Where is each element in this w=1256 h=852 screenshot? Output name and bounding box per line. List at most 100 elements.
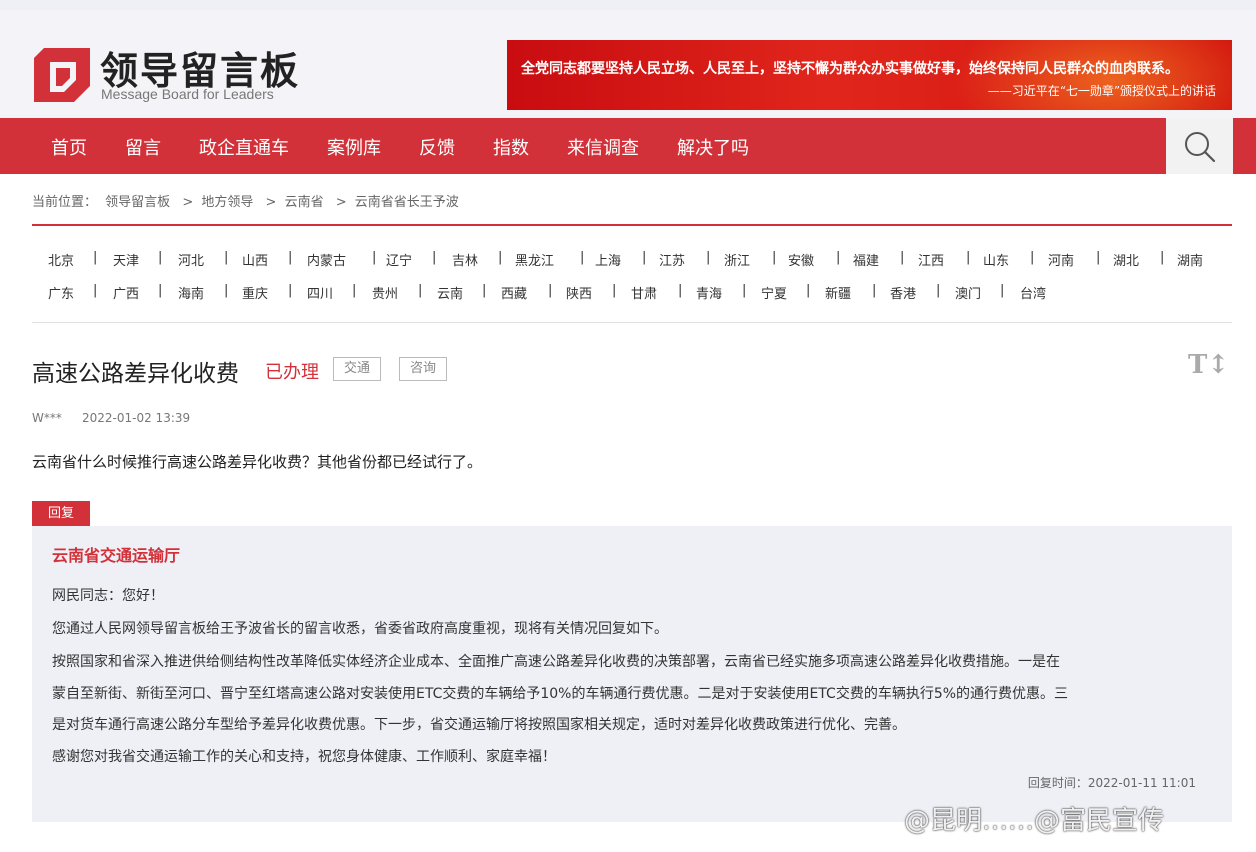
province-link[interactable]: 内蒙古	[307, 250, 346, 269]
province-link[interactable]: 青海	[696, 283, 722, 302]
province-link[interactable]: 吉林	[452, 250, 478, 269]
province-separator: |	[806, 283, 811, 298]
province-link[interactable]: 浙江	[724, 250, 750, 269]
breadcrumb-separator: >	[265, 195, 277, 210]
province-link[interactable]: 湖南	[1177, 250, 1203, 269]
province-separator: |	[548, 283, 553, 298]
province-link[interactable]: 安徽	[788, 250, 814, 269]
province-separator: |	[224, 283, 229, 298]
province-separator: |	[288, 283, 293, 298]
province-link[interactable]: 陕西	[566, 283, 592, 302]
province-link[interactable]: 山东	[983, 250, 1009, 269]
province-link[interactable]: 台湾	[1020, 283, 1046, 302]
breadcrumb-item[interactable]: 地方领导	[201, 195, 253, 210]
breadcrumb-item[interactable]: 云南省	[285, 195, 324, 210]
province-link[interactable]: 香港	[890, 283, 916, 302]
reply-time: 回复时间：2022-01-11 11:01	[1027, 776, 1196, 790]
message-date: 2022-01-02 13:39	[82, 411, 191, 425]
reply-line: 您通过人民网领导留言板给王予波省长的留言收悉，省委省政府高度重视，现将有关情况回…	[52, 621, 668, 637]
province-separator: |	[158, 283, 163, 298]
reply-line: 是对货车通行高速公路分车型给予差异化收费优惠。下一步，省交通运输厅将按照国家相关…	[52, 717, 906, 733]
province-link[interactable]: 云南	[437, 283, 463, 302]
slogan-banner: 全党同志都要坚持人民立场、人民至上，坚持不懈为群众办实事做好事，始终保持同人民群…	[507, 40, 1232, 110]
province-link[interactable]: 河南	[1048, 250, 1074, 269]
province-separator: |	[352, 283, 357, 298]
breadcrumb-prefix: 当前位置：	[32, 195, 98, 210]
province-link[interactable]: 天津	[113, 250, 139, 269]
banner-attribution: ——习近平在“七一勋章”颁授仪式上的讲话	[987, 84, 1216, 98]
province-separator: |	[1096, 250, 1101, 265]
province-link[interactable]: 上海	[595, 250, 621, 269]
province-link[interactable]: 北京	[48, 250, 74, 269]
province-link[interactable]: 福建	[853, 250, 879, 269]
province-separator: |	[742, 283, 747, 298]
province-separator: |	[1160, 250, 1165, 265]
province-link[interactable]: 四川	[307, 283, 333, 302]
province-link[interactable]: 湖北	[1113, 250, 1139, 269]
province-link[interactable]: 江西	[918, 250, 944, 269]
nav-resolved[interactable]: 解决了吗	[677, 134, 749, 160]
province-separator: |	[580, 250, 585, 265]
nav-index[interactable]: 指数	[493, 134, 529, 160]
breadcrumb-item[interactable]: 领导留言板	[105, 195, 170, 210]
province-separator: |	[872, 283, 877, 298]
province-separator: |	[772, 250, 777, 265]
reply-line: 蒙自至新街、新街至河口、晋宁至红塔高速公路对安装使用ETC交费的车辆给予10%的…	[52, 686, 1069, 702]
province-separator: |	[678, 283, 683, 298]
divider	[32, 322, 1232, 323]
nav-feedback[interactable]: 反馈	[419, 134, 455, 160]
logo-title-en: Message Board for Leaders	[101, 86, 274, 102]
province-link[interactable]: 广西	[113, 283, 139, 302]
province-separator: |	[1030, 250, 1035, 265]
province-link[interactable]: 黑龙江	[515, 250, 554, 269]
breadcrumb: 当前位置： 领导留言板 > 地方领导 > 云南省 > 云南省省长王予波	[32, 191, 463, 210]
nav-messages[interactable]: 留言	[125, 134, 161, 160]
tag-category[interactable]: 交通	[333, 357, 382, 381]
province-link[interactable]: 新疆	[825, 283, 851, 302]
province-link[interactable]: 宁夏	[761, 283, 787, 302]
search-icon	[1185, 132, 1216, 163]
province-separator: |	[936, 283, 941, 298]
search-button[interactable]	[1166, 118, 1233, 174]
province-link[interactable]: 广东	[48, 283, 74, 302]
province-separator: |	[642, 250, 647, 265]
font-size-icon[interactable]: T↕	[1188, 350, 1229, 380]
nav-gov-enterprise[interactable]: 政企直通车	[199, 134, 289, 160]
province-link[interactable]: 河北	[178, 250, 204, 269]
province-link[interactable]: 重庆	[242, 283, 268, 302]
province-separator: |	[93, 250, 98, 265]
logo-icon	[34, 48, 90, 102]
province-link[interactable]: 江苏	[659, 250, 685, 269]
breadcrumb-item[interactable]: 云南省省长王予波	[355, 195, 459, 210]
nav-survey[interactable]: 来信调查	[567, 134, 639, 160]
nav-case-library[interactable]: 案例库	[327, 134, 381, 160]
province-separator: |	[288, 250, 293, 265]
province-separator: |	[418, 283, 423, 298]
message-author: W***	[32, 411, 62, 425]
province-link[interactable]: 西藏	[501, 283, 527, 302]
reply-line: 感谢您对我省交通运输工作的关心和支持，祝您身体健康、工作顺利、家庭幸福！	[52, 749, 556, 765]
province-link[interactable]: 海南	[178, 283, 204, 302]
province-link[interactable]: 澳门	[955, 283, 981, 302]
province-separator: |	[900, 250, 905, 265]
message-title: 高速公路差异化收费	[32, 361, 239, 387]
site-header: 领导留言板 Message Board for Leaders 全党同志都要坚持…	[0, 10, 1256, 118]
nav-home[interactable]: 首页	[51, 134, 87, 160]
province-link[interactable]: 贵州	[372, 283, 398, 302]
province-separator: |	[1000, 283, 1005, 298]
province-separator: |	[498, 250, 503, 265]
province-separator: |	[432, 250, 437, 265]
province-link[interactable]: 辽宁	[386, 250, 412, 269]
breadcrumb-separator: >	[335, 195, 347, 210]
province-separator: |	[482, 283, 487, 298]
province-separator: |	[372, 250, 377, 265]
province-separator: |	[966, 250, 971, 265]
reply-line: 按照国家和省深入推进供给侧结构性改革降低实体经济企业成本、全面推广高速公路差异化…	[52, 654, 1060, 670]
reply-organization: 云南省交通运输厅	[52, 546, 181, 565]
tag-type[interactable]: 咨询	[399, 357, 448, 381]
province-link[interactable]: 山西	[242, 250, 268, 269]
reply-tab: 回复	[32, 501, 90, 526]
province-separator: |	[612, 283, 617, 298]
province-link[interactable]: 甘肃	[631, 283, 657, 302]
reply-box: 云南省交通运输厅 网民同志：您好！ 您通过人民网领导留言板给王予波省长的留言收悉…	[32, 526, 1232, 822]
